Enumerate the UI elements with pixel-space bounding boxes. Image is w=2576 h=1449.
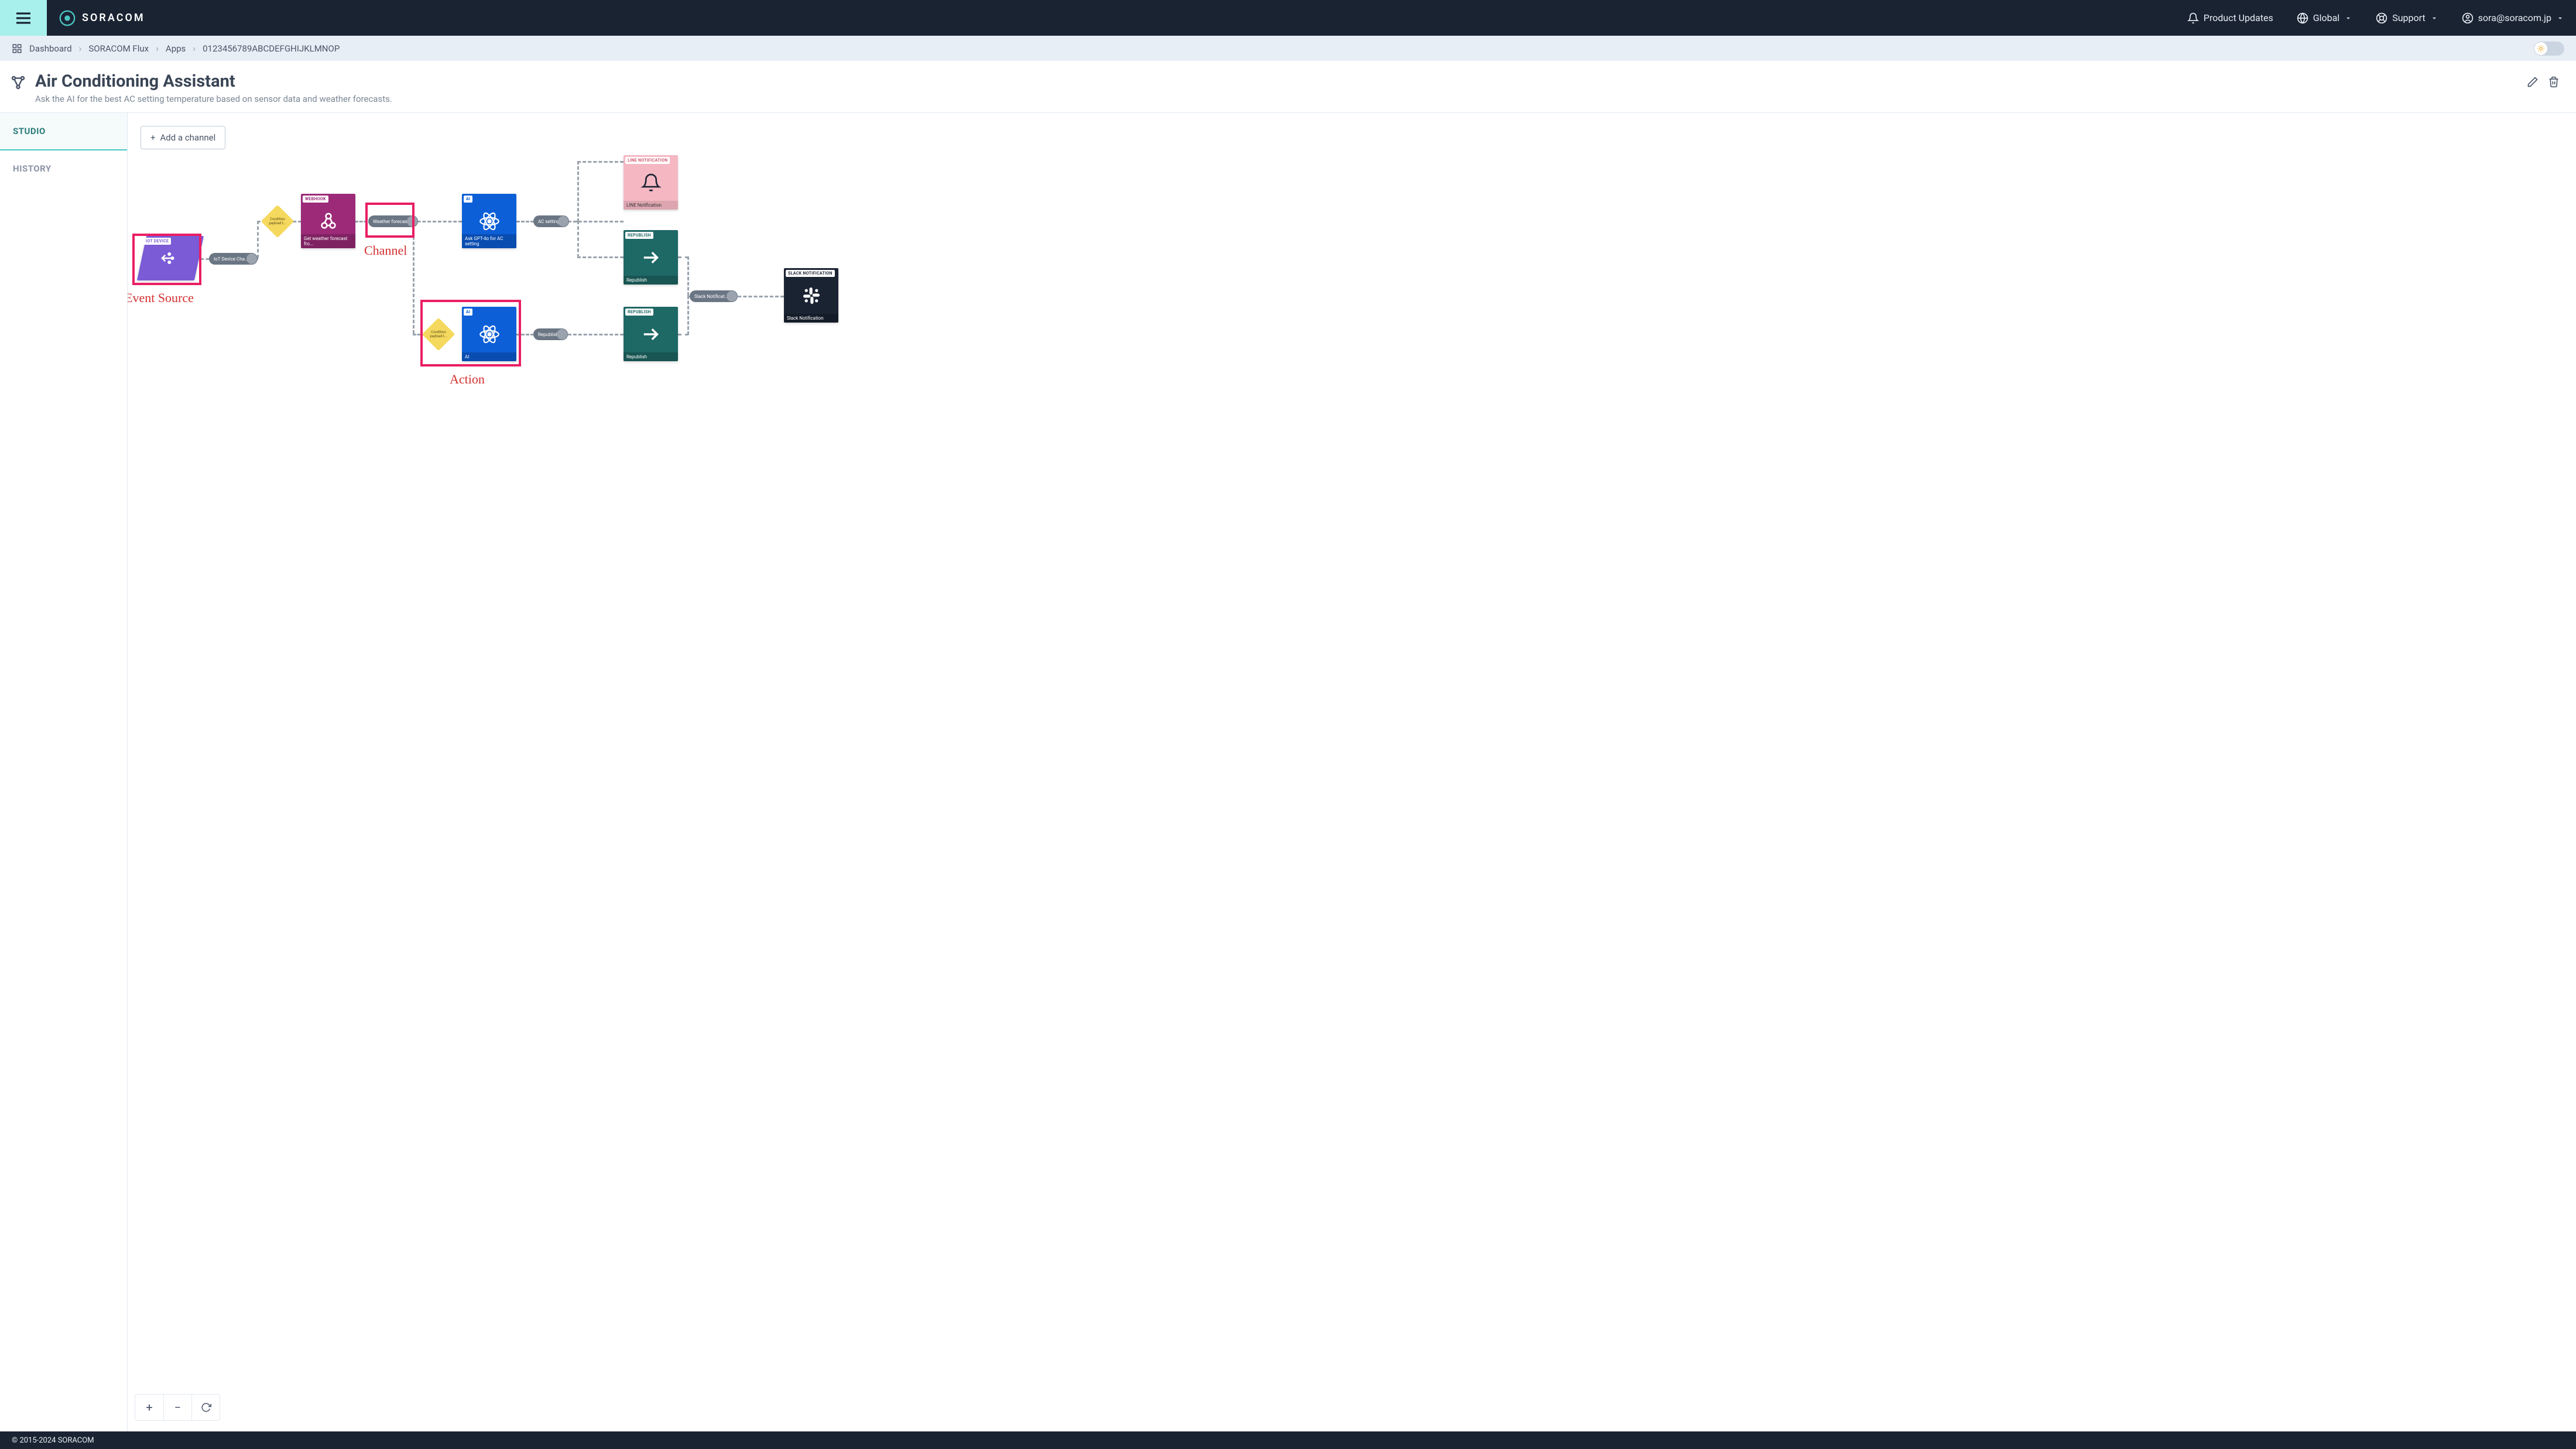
pencil-icon bbox=[2527, 76, 2539, 88]
node-footer: LINE Notification bbox=[624, 201, 678, 210]
page-header: Air Conditioning Assistant Ask the AI fo… bbox=[0, 61, 2576, 113]
chevron-down-icon bbox=[2344, 14, 2352, 22]
node-footer: AI bbox=[462, 352, 516, 361]
bell-icon bbox=[2187, 12, 2199, 24]
edit-app-button[interactable] bbox=[2522, 71, 2543, 93]
brand-text: SORACOM bbox=[82, 12, 145, 24]
top-navbar: SORACOM Product Updates Global Support s… bbox=[0, 0, 2576, 36]
footer-copyright: © 2015-2024 SORACOM bbox=[12, 1436, 94, 1445]
nav-product-updates-label: Product Updates bbox=[2204, 12, 2273, 23]
connector bbox=[257, 221, 259, 258]
connector bbox=[577, 161, 624, 163]
node-republish-2[interactable]: REPUBLISH Republish bbox=[624, 307, 678, 361]
pill-label: Slack Notificat... bbox=[694, 294, 728, 299]
channel-pill-ac-setting[interactable]: AC setting bbox=[533, 215, 569, 227]
page-title: Air Conditioning Assistant bbox=[35, 71, 392, 91]
connector bbox=[577, 161, 579, 222]
channel-pill-republish[interactable]: Republish bbox=[533, 328, 568, 340]
condition-node-1[interactable]: Conditionpayload.t... bbox=[261, 205, 294, 238]
nav-user-dropdown[interactable]: sora@soracom.jp bbox=[2450, 12, 2576, 24]
iot-device-icon bbox=[142, 236, 199, 280]
annotation-label-action: Action bbox=[450, 372, 485, 387]
brand-logo-icon bbox=[59, 9, 76, 27]
nav-support-dropdown[interactable]: Support bbox=[2364, 12, 2450, 24]
user-circle-icon bbox=[2462, 12, 2474, 24]
node-iot-device[interactable]: IOT DEVICE bbox=[137, 236, 204, 280]
annotation-label-event-source: Event Source bbox=[128, 290, 194, 306]
breadcrumb-separator: › bbox=[156, 43, 159, 54]
breadcrumb-separator: › bbox=[79, 43, 82, 54]
connector bbox=[516, 334, 534, 335]
pill-label: IoT Device Cha... bbox=[214, 256, 248, 262]
connector bbox=[516, 221, 534, 222]
app-sidebar: STUDIO HISTORY bbox=[0, 113, 128, 1433]
connector bbox=[577, 256, 624, 258]
hamburger-icon bbox=[14, 9, 33, 28]
tab-studio[interactable]: STUDIO bbox=[0, 113, 127, 150]
node-line-notification[interactable]: LINE NOTIFICATION LINE Notification bbox=[624, 155, 678, 210]
dashboard-icon bbox=[12, 43, 22, 54]
connector bbox=[687, 256, 689, 296]
node-footer: Ask GPT-4o for AC setting bbox=[462, 234, 516, 248]
nav-region-dropdown[interactable]: Global bbox=[2285, 12, 2365, 24]
node-ai-gpt4o[interactable]: AI Ask GPT-4o for AC setting bbox=[462, 194, 516, 248]
page-subtitle: Ask the AI for the best AC setting tempe… bbox=[35, 94, 392, 104]
delete-app-button[interactable] bbox=[2543, 71, 2564, 93]
life-ring-icon bbox=[2376, 12, 2387, 24]
node-footer: Republish bbox=[624, 352, 678, 361]
pill-label: AC setting bbox=[538, 219, 560, 224]
node-footer: Republish bbox=[624, 276, 678, 285]
theme-toggle[interactable] bbox=[2534, 42, 2564, 56]
condition-label: Condition bbox=[270, 217, 285, 221]
connector bbox=[568, 334, 624, 335]
nav-product-updates[interactable]: Product Updates bbox=[2176, 12, 2285, 24]
app-body: STUDIO HISTORY + Add a channel + − bbox=[0, 113, 2576, 1433]
condition-node-2[interactable]: Conditionpayload.t... bbox=[422, 318, 455, 351]
globe-icon bbox=[2297, 12, 2308, 24]
breadcrumb-separator: › bbox=[193, 43, 196, 54]
annotation-label-channel: Channel bbox=[364, 243, 407, 258]
footer: © 2015-2024 SORACOM bbox=[0, 1431, 2576, 1449]
nav-user-email: sora@soracom.jp bbox=[2478, 12, 2551, 23]
nav-region-label: Global bbox=[2313, 12, 2340, 23]
channel-pill-iot[interactable]: IoT Device Cha... bbox=[209, 253, 258, 265]
pill-label: Weather forecast bbox=[373, 219, 409, 224]
brand[interactable]: SORACOM bbox=[47, 9, 157, 27]
condition-label: Condition bbox=[431, 330, 446, 334]
flux-app-icon bbox=[9, 74, 27, 91]
breadcrumb-apps[interactable]: Apps bbox=[166, 43, 186, 54]
channel-pill-weather[interactable]: Weather forecast bbox=[368, 215, 418, 227]
node-footer: Get weather forecast fro... bbox=[301, 234, 355, 248]
connector bbox=[577, 221, 579, 258]
node-slack-notification[interactable]: SLACK NOTIFICATION Slack Notification bbox=[784, 268, 838, 323]
channel-pill-slack[interactable]: Slack Notificat... bbox=[690, 290, 738, 302]
node-webhook[interactable]: WEBHOOK Get weather forecast fro... bbox=[301, 194, 355, 248]
flow-canvas-wrap: + Add a channel + − bbox=[128, 113, 2576, 1433]
breadcrumb-flux[interactable]: SORACOM Flux bbox=[88, 43, 149, 54]
pill-label: Republish bbox=[538, 332, 559, 337]
condition-expr: payload.t... bbox=[430, 334, 447, 338]
chevron-down-icon bbox=[2556, 14, 2564, 22]
nav-support-label: Support bbox=[2392, 12, 2425, 23]
tab-history[interactable]: HISTORY bbox=[0, 150, 127, 187]
connector bbox=[413, 221, 415, 334]
condition-expr: payload.t... bbox=[269, 221, 286, 225]
connector bbox=[687, 296, 689, 335]
breadcrumb-app-id: 0123456789ABCDEFGHIJKLMNOP bbox=[203, 43, 340, 54]
breadcrumb-bar: Dashboard › SORACOM Flux › Apps › 012345… bbox=[0, 36, 2576, 61]
trash-icon bbox=[2548, 76, 2560, 88]
node-ai-2[interactable]: AI AI bbox=[462, 307, 516, 361]
chevron-down-icon bbox=[2430, 14, 2438, 22]
sun-icon bbox=[2537, 44, 2545, 53]
flow-canvas[interactable]: IOT DEVICE WEBHOOK Get weather forecast … bbox=[128, 113, 2576, 1433]
node-footer: Slack Notification bbox=[784, 314, 838, 323]
hamburger-menu-button[interactable] bbox=[0, 0, 47, 36]
breadcrumb-dashboard[interactable]: Dashboard bbox=[29, 43, 72, 54]
node-republish-1[interactable]: REPUBLISH Republish bbox=[624, 230, 678, 285]
theme-toggle-knob bbox=[2534, 42, 2547, 55]
